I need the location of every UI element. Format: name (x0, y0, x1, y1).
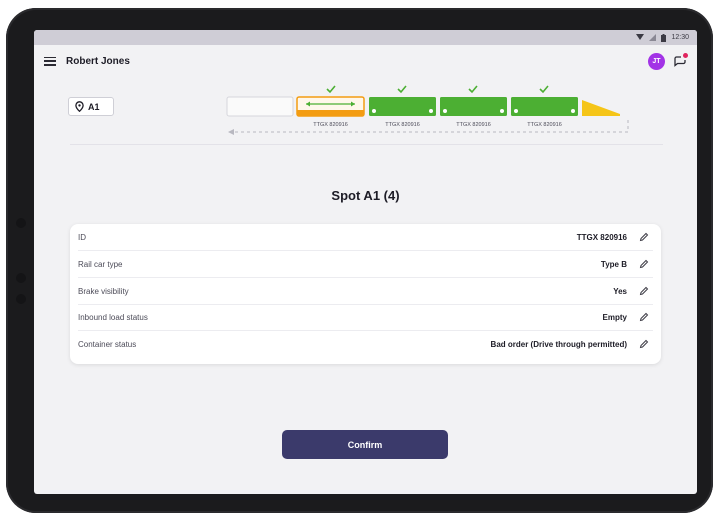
detail-label: Rail car type (78, 259, 123, 269)
train-car-complete[interactable] (369, 97, 436, 116)
confirm-button[interactable]: Confirm (282, 430, 448, 459)
edit-icon[interactable] (639, 286, 649, 296)
side-button (16, 294, 26, 304)
detail-value: Empty (602, 312, 627, 322)
detail-value: Yes (613, 286, 627, 296)
car-id-label: TTGX 820916 (385, 122, 420, 128)
detail-row: Container status Bad order (Drive throug… (78, 331, 653, 357)
detail-label: Container status (78, 339, 137, 349)
detail-row: Inbound load status Empty (78, 304, 653, 331)
detail-label: ID (78, 232, 86, 242)
train-car-complete[interactable] (511, 97, 578, 116)
side-button (16, 273, 26, 283)
screen: 12:30 Robert Jones JT A1 TTGX 820916 TTG… (34, 30, 697, 494)
car-id-label: TTGX 820916 (527, 122, 562, 128)
detail-value: Bad order (Drive through permitted) (490, 339, 627, 349)
side-button (16, 218, 26, 228)
train-diagram (226, 85, 629, 135)
edit-icon[interactable] (639, 339, 649, 349)
check-icon (397, 85, 407, 94)
train-car-empty[interactable] (226, 96, 294, 117)
page-title: Spot A1 (4) (331, 188, 400, 203)
detail-label: Inbound load status (78, 312, 148, 322)
locomotive-icon (582, 100, 620, 116)
detail-value: Type B (600, 259, 627, 269)
check-icon (468, 85, 478, 94)
detail-row: Brake visibility Yes (78, 278, 653, 305)
check-icon (539, 85, 549, 94)
check-icon (326, 85, 336, 94)
detail-label: Brake visibility (78, 286, 129, 296)
detail-row: ID TTGX 820916 (78, 224, 653, 251)
edit-icon[interactable] (639, 312, 649, 322)
detail-value: TTGX 820916 (576, 232, 627, 242)
train-car-selected[interactable] (296, 96, 365, 117)
detail-row: Rail car type Type B (78, 251, 653, 278)
divider (70, 144, 663, 145)
edit-icon[interactable] (639, 259, 649, 269)
car-id-label: TTGX 820916 (313, 122, 348, 128)
car-id-label: TTGX 820916 (456, 122, 491, 128)
details-card: ID TTGX 820916 Rail car type Type B Brak… (70, 224, 661, 364)
edit-icon[interactable] (639, 232, 649, 242)
train-car-complete[interactable] (440, 97, 507, 116)
